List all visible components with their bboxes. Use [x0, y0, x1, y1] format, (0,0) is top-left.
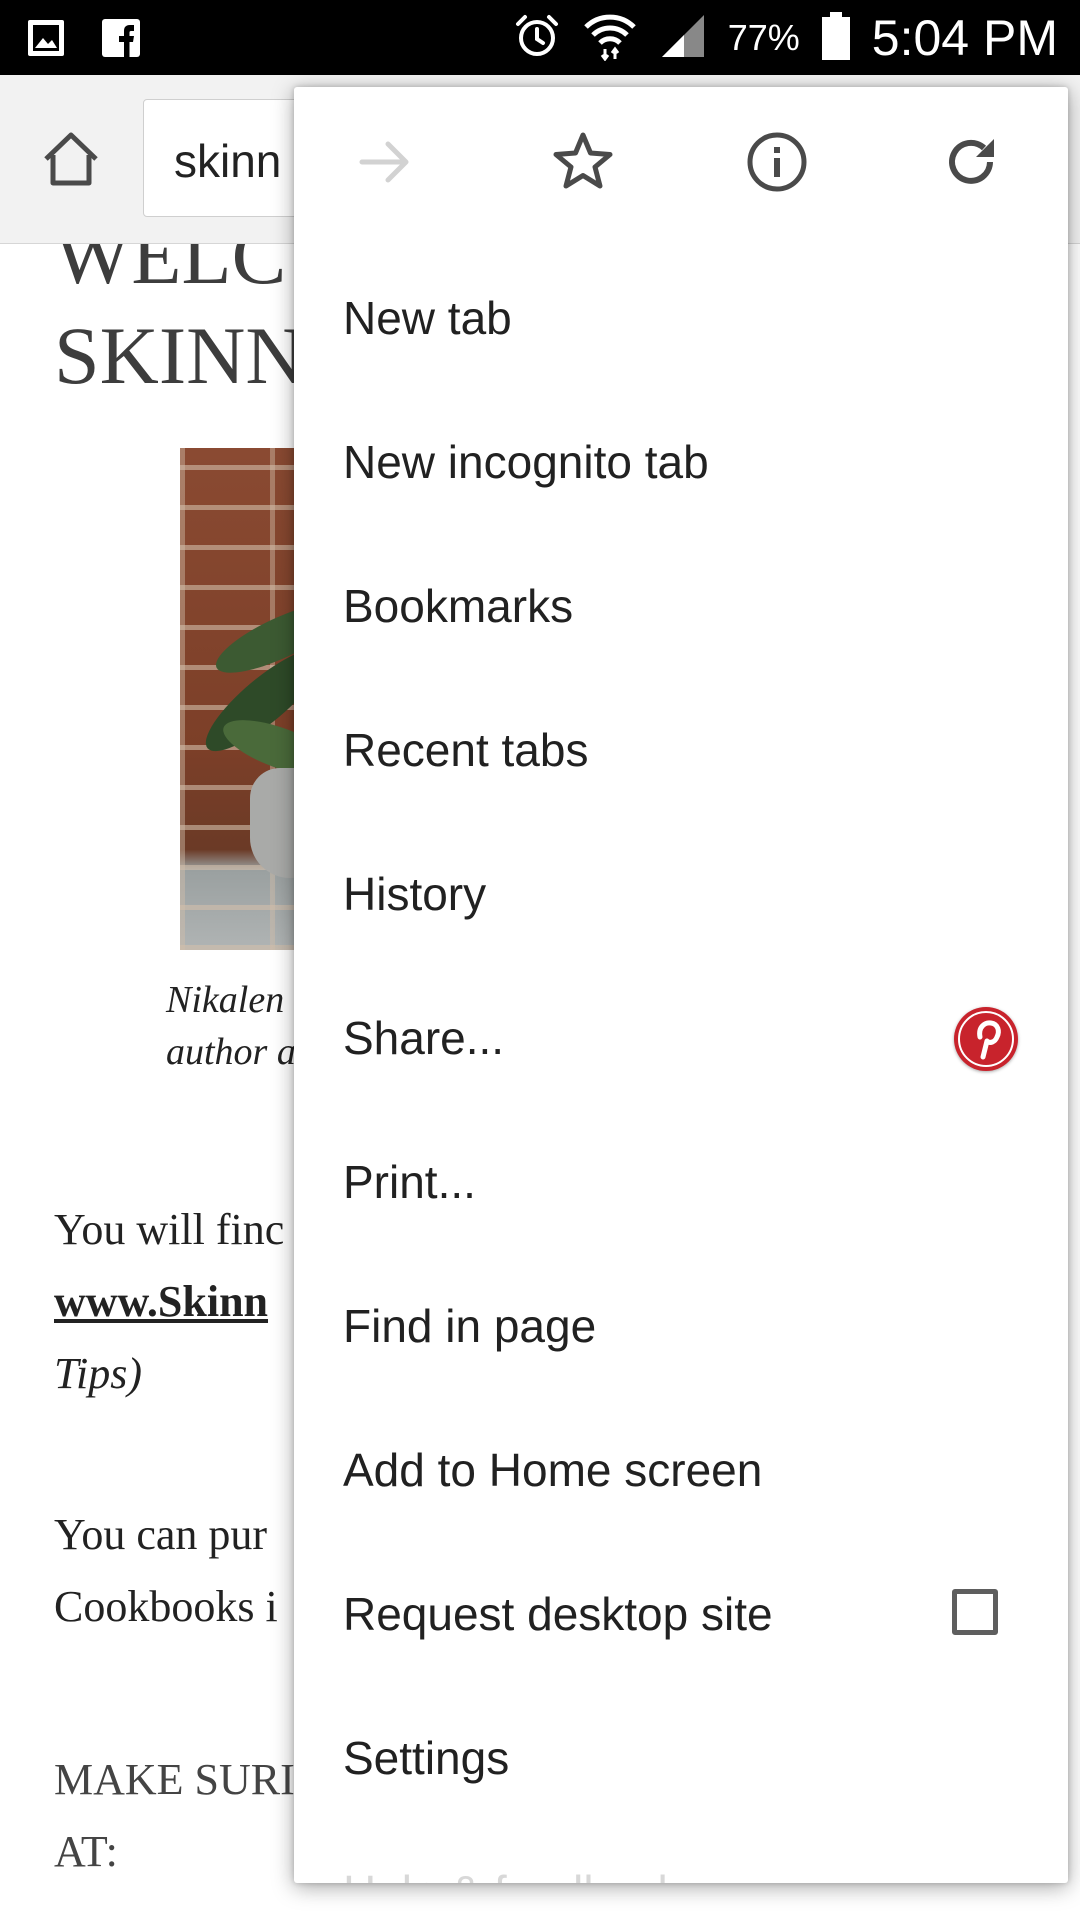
facebook-icon: [100, 16, 142, 65]
author-photo: [180, 448, 310, 950]
menu-item-label: History: [343, 868, 487, 920]
paragraph-1: You will finc www.Skinn Tips): [54, 1194, 284, 1410]
gallery-icon: [26, 16, 66, 65]
menu-item-label: Print...: [343, 1156, 476, 1208]
para3-line-1: MAKE SURI: [54, 1755, 295, 1804]
menu-item-label: Share...: [343, 1012, 505, 1064]
clock: 5:04 PM: [871, 10, 1058, 66]
signal-icon: [658, 11, 708, 66]
status-bar: 77% 5:04 PM: [0, 0, 1080, 75]
forward-icon[interactable]: [352, 129, 418, 195]
info-icon[interactable]: [744, 129, 810, 195]
pinterest-icon[interactable]: [954, 1007, 1018, 1071]
para2-line-1: You can pur: [54, 1510, 268, 1559]
paragraph-2: You can pur Cookbooks i: [54, 1499, 278, 1643]
battery-icon: [820, 10, 852, 67]
menu-item-print[interactable]: Print...: [294, 1111, 1068, 1255]
menu-item-label: Recent tabs: [343, 724, 589, 776]
menu-item-find-in-page[interactable]: Find in page: [294, 1255, 1068, 1399]
menu-item-label: Settings: [343, 1732, 510, 1784]
menu-item-label: New incognito tab: [343, 436, 709, 488]
menu-icon-row: [294, 87, 1068, 235]
menu-item-label: Help & feedback: [343, 1865, 681, 1883]
star-icon[interactable]: [550, 129, 616, 195]
caption-line-1: Nikalen: [166, 979, 285, 1021]
para3-line-2: AT:: [54, 1827, 118, 1876]
para1-line-3: Tips): [54, 1349, 143, 1398]
menu-item-label: Add to Home screen: [343, 1444, 763, 1496]
request-desktop-checkbox[interactable]: [952, 1589, 998, 1635]
wifi-icon: [582, 11, 638, 66]
overflow-menu: New tab New incognito tab Bookmarks Rece…: [294, 87, 1068, 1883]
menu-item-new-tab[interactable]: New tab: [294, 247, 1068, 391]
home-icon[interactable]: [38, 127, 104, 193]
heading-line-2: SKINN: [54, 310, 305, 401]
menu-item-share[interactable]: Share...: [294, 967, 1068, 1111]
skinny-link[interactable]: www.Skinn: [54, 1266, 284, 1338]
para2-line-2: Cookbooks i: [54, 1582, 278, 1631]
photo-caption: Nikalen author a: [166, 974, 296, 1078]
menu-item-history[interactable]: History: [294, 823, 1068, 967]
menu-item-label: Find in page: [343, 1300, 597, 1352]
menu-item-recent-tabs[interactable]: Recent tabs: [294, 679, 1068, 823]
menu-item-label: New tab: [343, 292, 512, 344]
refresh-icon[interactable]: [938, 129, 1004, 195]
menu-item-label: Bookmarks: [343, 580, 574, 632]
battery-percent: 77%: [727, 17, 800, 58]
page-heading: WELC SKINN: [54, 244, 305, 406]
menu-item-request-desktop-site[interactable]: Request desktop site: [294, 1543, 1068, 1687]
para1-line-1: You will finc: [54, 1205, 285, 1254]
paragraph-3: MAKE SURI AT:: [54, 1744, 295, 1888]
caption-line-2: author a: [166, 1031, 296, 1073]
menu-item-add-to-home-screen[interactable]: Add to Home screen: [294, 1399, 1068, 1543]
menu-item-help-feedback[interactable]: Help & feedback: [294, 1821, 1068, 1883]
menu-item-bookmarks[interactable]: Bookmarks: [294, 535, 1068, 679]
menu-item-new-incognito-tab[interactable]: New incognito tab: [294, 391, 1068, 535]
heading-line-1: WELC: [54, 244, 287, 301]
url-text: skinn: [174, 135, 282, 187]
menu-item-label: Request desktop site: [343, 1588, 773, 1640]
menu-item-settings[interactable]: Settings: [294, 1687, 1068, 1831]
alarm-icon: [512, 11, 562, 66]
